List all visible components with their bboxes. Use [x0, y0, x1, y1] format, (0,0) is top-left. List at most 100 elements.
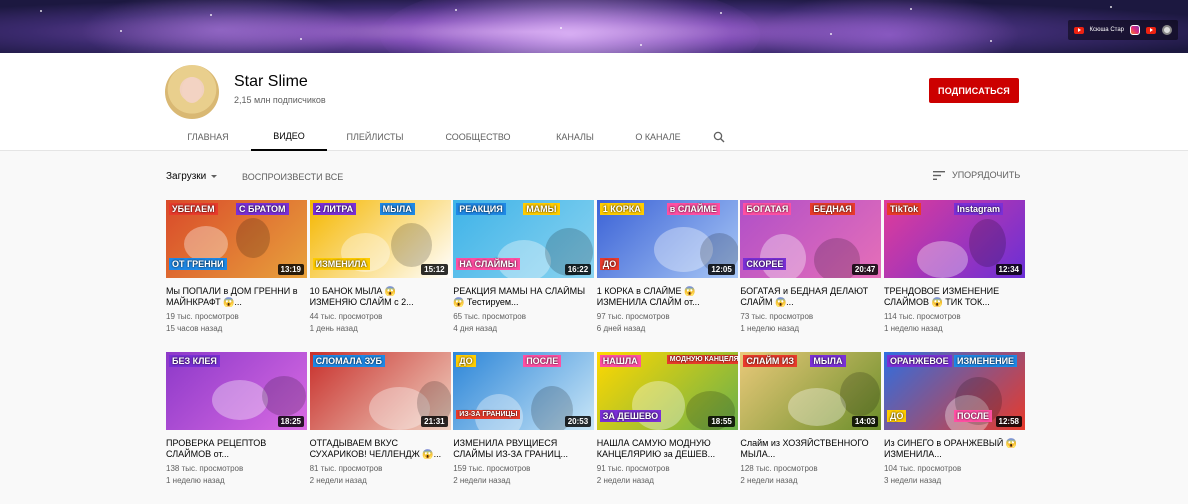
video-views: 73 тыс. просмотров: [740, 312, 814, 321]
tab-home[interactable]: ГЛАВНАЯ: [165, 123, 251, 151]
video-card[interactable]: БЕЗ КЛЕЯ 18:25 ПРОВЕРКА РЕЦЕПТОВ СЛАЙМОВ …: [166, 352, 307, 504]
video-views: 138 тыс. просмотров: [166, 464, 244, 473]
video-card[interactable]: СЛОМАЛА ЗУБ 21:31 ОТГАДЫВАЕМ ВКУС СУХАРИК…: [309, 352, 451, 504]
video-thumbnail[interactable]: БЕЗ КЛЕЯ 18:25: [166, 352, 307, 430]
play-all-button[interactable]: ВОСПРОИЗВЕСТИ ВСЕ: [242, 172, 343, 182]
video-title[interactable]: Мы ПОПАЛИ в ДОМ ГРЕННИ в МАЙНКРАФТ 😱...: [166, 286, 307, 308]
video-title[interactable]: ОТГАДЫВАЕМ ВКУС СУХАРИКОВ! ЧЕЛЛЕНДЖ 😱...: [310, 438, 451, 460]
thumbnail-art: [236, 218, 270, 258]
thumbnail-art: [788, 388, 847, 426]
channel-tabs: ГЛАВНАЯ ВИДЕО ПЛЕЙЛИСТЫ СООБЩЕСТВО КАНАЛ…: [165, 123, 739, 151]
video-card[interactable]: СЛАЙМ ИЗ МЫЛА 14:03 Слайм из ХОЗЯЙСТВЕННОГ…: [740, 352, 882, 504]
thumbnail-text: МЫЛА: [379, 203, 415, 215]
video-duration: 15:12: [421, 264, 448, 275]
video-card[interactable]: РЕАКЦИЯ МАМЫ НА СЛАЙМЫ 16:22 РЕАКЦИЯ МАМЫ Н…: [453, 200, 595, 352]
video-thumbnail[interactable]: БОГАТАЯ БЕДНАЯ СКОРЕЕ 20:47: [740, 200, 882, 278]
external-link-icon[interactable]: [1162, 25, 1172, 35]
video-title[interactable]: НАШЛА САМУЮ МОДНУЮ КАНЦЕЛЯРИЮ за ДЕШЕВ..…: [597, 438, 738, 460]
video-views: 44 тыс. просмотров: [309, 312, 383, 321]
thumbnail-text: ПОСЛЕ: [953, 410, 993, 422]
video-card[interactable]: ОРАНЖЕВОЕ ИЗМЕНЕНИЕ ДО ПОСЛЕ 12:58 Из СИНЕГО…: [883, 352, 1025, 504]
video-card[interactable]: НАШЛА МОДНУЮ КАНЦЕЛЯРИЮ ЗА ДЕШЕВО 18:55 НАШ…: [596, 352, 738, 504]
video-thumbnail[interactable]: НАШЛА МОДНУЮ КАНЦЕЛЯРИЮ ЗА ДЕШЕВО 18:55: [596, 352, 738, 430]
search-icon[interactable]: [699, 123, 739, 151]
thumbnail-art: [840, 372, 881, 416]
video-views: 104 тыс. просмотров: [883, 464, 962, 473]
thumbnail-text: МОДНУЮ КАНЦЕЛЯРИЮ: [666, 355, 738, 364]
channel-link-label[interactable]: Ксюша Стар: [1090, 27, 1125, 33]
thumbnail-text: РЕАКЦИЯ: [456, 203, 506, 215]
video-duration: 12:58: [995, 416, 1022, 427]
video-title[interactable]: Из СИНЕГО в ОРАНЖЕВЫЙ 😱 ИЗМЕНИЛА...: [884, 438, 1025, 460]
tab-videos[interactable]: ВИДЕО: [251, 123, 327, 151]
video-views: 19 тыс. просмотров: [166, 312, 239, 321]
thumbnail-art: [262, 376, 306, 416]
video-age: 4 дня назад: [453, 324, 498, 333]
video-thumbnail[interactable]: 2 ЛИТРА МЫЛА ИЗМЕНИЛА 15:12: [309, 200, 451, 278]
video-age: 1 день назад: [309, 324, 358, 333]
video-title[interactable]: 10 БАНОК МЫЛА 😱 ИЗМЕНЯЮ СЛАЙМ с 2...: [310, 286, 451, 308]
thumbnail-text: БЕДНАЯ: [810, 203, 855, 215]
video-title[interactable]: Слайм из ХОЗЯЙСТВЕННОГО МЫЛА...: [740, 438, 881, 460]
video-card[interactable]: УБЕГАЕМ С БРАТОМ ОТ ГРЕННИ 13:19 Мы ПОПАЛИ …: [166, 200, 307, 352]
thumbnail-text: ИЗМЕНЕНИЕ: [953, 355, 1018, 367]
thumbnail-text: СЛОМАЛА ЗУБ: [312, 355, 385, 367]
video-age: 1 неделю назад: [166, 476, 225, 485]
video-thumbnail[interactable]: СЛАЙМ ИЗ МЫЛА 14:03: [740, 352, 882, 430]
video-age: 2 недели назад: [596, 476, 654, 485]
tab-channels[interactable]: КАНАЛЫ: [533, 123, 617, 151]
uploads-dropdown[interactable]: Загрузки: [166, 171, 218, 182]
thumbnail-text: БЕЗ КЛЕЯ: [169, 355, 220, 367]
video-card[interactable]: БОГАТАЯ БЕДНАЯ СКОРЕЕ 20:47 БОГАТАЯ и БЕДНА…: [740, 200, 882, 352]
thumbnail-text: 2 ЛИТРА: [312, 203, 357, 215]
sort-icon: [933, 170, 945, 180]
youtube-icon[interactable]: [1146, 26, 1156, 34]
tab-about[interactable]: О КАНАЛЕ: [617, 123, 699, 151]
thumbnail-text: в СЛАЙМЕ: [666, 203, 720, 215]
thumbnail-text: ПОСЛЕ: [523, 355, 562, 367]
video-thumbnail[interactable]: ДО ПОСЛЕ ИЗ-ЗА ГРАНИЦЫ 20:53: [453, 352, 595, 430]
video-duration: 20:47: [851, 264, 879, 275]
video-title[interactable]: РЕАКЦИЯ МАМЫ НА СЛАЙМЫ 😱 Тестируем...: [453, 286, 594, 308]
video-views: 159 тыс. просмотров: [453, 464, 531, 473]
video-title[interactable]: БОГАТАЯ и БЕДНАЯ ДЕЛАЮТ СЛАЙМ 😱...: [740, 286, 881, 308]
thumbnail-text: БОГАТАЯ: [743, 203, 792, 215]
video-card[interactable]: 2 ЛИТРА МЫЛА ИЗМЕНИЛА 15:12 10 БАНОК МЫЛА 😱…: [309, 200, 451, 352]
subscriber-count: 2,15 млн подписчиков: [234, 95, 326, 105]
youtube-icon[interactable]: [1073, 26, 1084, 34]
video-views: 65 тыс. просмотров: [453, 312, 526, 321]
video-grid: УБЕГАЕМ С БРАТОМ ОТ ГРЕННИ 13:19 Мы ПОПАЛИ …: [166, 200, 1025, 504]
sort-button[interactable]: УПОРЯДОЧИТЬ: [933, 170, 1020, 180]
thumbnail-text: СЛАЙМ ИЗ: [743, 355, 798, 367]
avatar[interactable]: [165, 65, 219, 119]
thumbnail-text: ДО: [886, 410, 907, 422]
sort-label: УПОРЯДОЧИТЬ: [952, 170, 1021, 180]
video-card[interactable]: 1 КОРКА в СЛАЙМЕ ДО 12:05 1 КОРКА в СЛАЙМЕ …: [596, 200, 738, 352]
video-thumbnail[interactable]: TikTok Instagram 12:34: [883, 200, 1025, 278]
channel-name: Star Slime: [234, 73, 308, 90]
video-card[interactable]: ДО ПОСЛЕ ИЗ-ЗА ГРАНИЦЫ 20:53 ИЗМЕНИЛА РВУЩИ…: [453, 352, 595, 504]
video-views: 81 тыс. просмотров: [309, 464, 383, 473]
video-thumbnail[interactable]: РЕАКЦИЯ МАМЫ НА СЛАЙМЫ 16:22: [453, 200, 595, 278]
video-card[interactable]: TikTok Instagram 12:34 ТРЕНДОВОЕ ИЗМЕНЕНИЕ…: [883, 200, 1025, 352]
video-title[interactable]: 1 КОРКА в СЛАЙМЕ 😱 ИЗМЕНИЛА СЛАЙМ от...: [597, 286, 738, 308]
video-toolbar: Загрузки ВОСПРОИЗВЕСТИ ВСЕ УПОРЯДОЧИТЬ: [0, 152, 1188, 198]
video-title[interactable]: ПРОВЕРКА РЕЦЕПТОВ СЛАЙМОВ от...: [166, 438, 307, 460]
video-title[interactable]: ИЗМЕНИЛА РВУЩИЕСЯ СЛАЙМЫ ИЗ-ЗА ГРАНИЦ...: [453, 438, 594, 460]
thumbnail-text: ДО: [599, 258, 620, 270]
thumbnail-art: [631, 381, 685, 430]
video-age: 1 неделю назад: [883, 324, 943, 333]
video-thumbnail[interactable]: УБЕГАЕМ С БРАТОМ ОТ ГРЕННИ 13:19: [166, 200, 307, 278]
video-thumbnail[interactable]: СЛОМАЛА ЗУБ 21:31: [309, 352, 451, 430]
instagram-icon[interactable]: [1130, 25, 1140, 35]
video-thumbnail[interactable]: 1 КОРКА в СЛАЙМЕ ДО 12:05: [596, 200, 738, 278]
video-thumbnail[interactable]: ОРАНЖЕВОЕ ИЗМЕНЕНИЕ ДО ПОСЛЕ 12:58: [883, 352, 1025, 430]
video-age: 1 неделю назад: [740, 324, 800, 333]
subscribe-button[interactable]: ПОДПИСАТЬСЯ: [929, 78, 1019, 103]
video-age: 3 недели назад: [883, 476, 942, 485]
thumbnail-text: МЫЛА: [810, 355, 846, 367]
thumbnail-text: СКОРЕЕ: [743, 258, 787, 270]
video-title[interactable]: ТРЕНДОВОЕ ИЗМЕНЕНИЕ СЛАЙМОВ 😱 ТИК ТОК...: [884, 286, 1025, 308]
tab-community[interactable]: СООБЩЕСТВО: [423, 123, 533, 151]
tab-playlists[interactable]: ПЛЕЙЛИСТЫ: [327, 123, 423, 151]
